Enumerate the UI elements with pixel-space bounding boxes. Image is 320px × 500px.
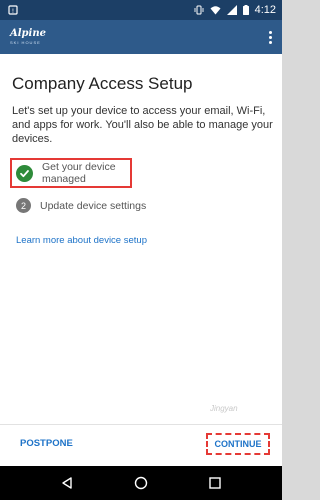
main-content: Company Access Setup Let's set up your d…	[0, 54, 282, 466]
battery-icon	[242, 5, 249, 15]
brand-name: Alpine	[10, 28, 46, 39]
watermark: Jingyan	[210, 404, 238, 413]
home-icon[interactable]	[126, 468, 156, 498]
step-label: Update device settings	[40, 199, 147, 212]
wifi-icon	[210, 5, 221, 15]
step-label: Get your device managed	[42, 161, 116, 185]
step-update-device-settings: 2 Update device settings	[10, 198, 152, 213]
status-time: 4:12	[254, 4, 276, 16]
more-vert-icon[interactable]	[269, 30, 272, 44]
step-get-device-managed: Get your device managed	[10, 158, 132, 188]
app-bar: Alpine SKI HOUSE	[0, 20, 282, 54]
brand-logo: Alpine SKI HOUSE	[10, 29, 46, 45]
status-bar: ! 4:12	[0, 0, 282, 20]
vibrate-icon	[194, 5, 204, 15]
svg-text:!: !	[12, 8, 14, 15]
notification-icon: !	[8, 5, 18, 15]
system-nav-bar	[0, 466, 282, 500]
step-number: 2	[16, 198, 31, 213]
page-title: Company Access Setup	[12, 74, 193, 93]
continue-button[interactable]: CONTINUE	[206, 433, 270, 455]
signal-icon	[226, 5, 237, 15]
postpone-button[interactable]: POSTPONE	[20, 438, 73, 449]
page-description: Let's set up your device to access your …	[12, 105, 273, 145]
learn-more-link[interactable]: Learn more about device setup	[16, 235, 147, 246]
check-icon	[16, 164, 33, 182]
brand-subtitle: SKI HOUSE	[10, 40, 41, 45]
action-bar: POSTPONE CONTINUE	[0, 424, 282, 466]
recents-icon[interactable]	[200, 468, 230, 498]
back-icon[interactable]	[52, 468, 82, 498]
